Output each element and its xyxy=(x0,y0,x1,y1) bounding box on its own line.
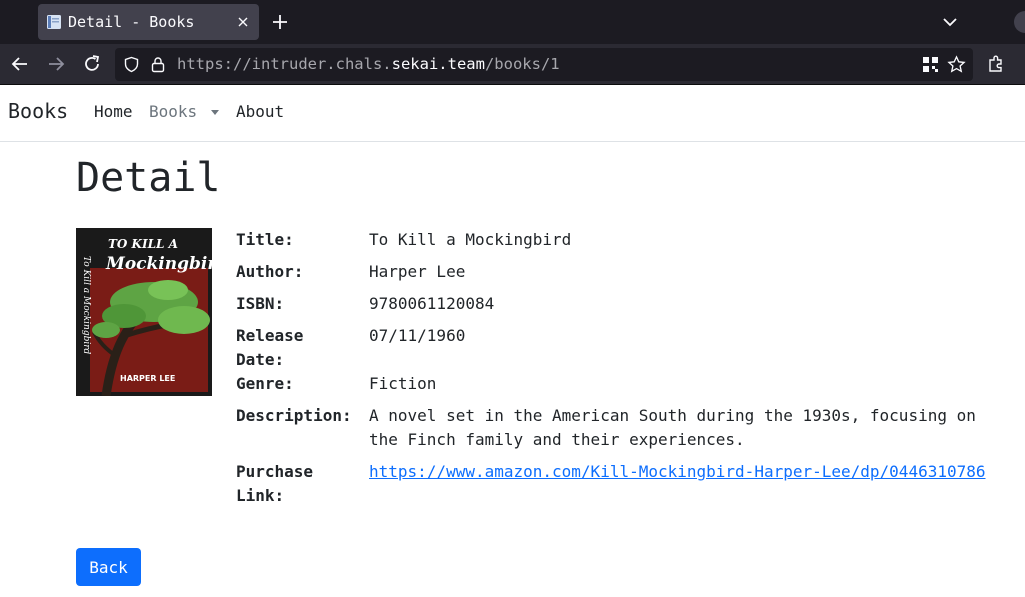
shield-icon[interactable] xyxy=(123,56,140,73)
browser-toolbar: https://intruder.chals.sekai.team/books/… xyxy=(0,44,1025,85)
bookmark-star-icon[interactable] xyxy=(947,55,966,74)
navbar-brand[interactable]: Books xyxy=(8,99,68,123)
url-path: /books/1 xyxy=(484,55,560,73)
field-label-author: Author: xyxy=(236,262,304,281)
browser-tab[interactable]: Detail - Books xyxy=(38,4,259,40)
field-label-release-date: Release Date: xyxy=(236,326,304,369)
caret-down-icon[interactable] xyxy=(211,110,219,115)
tab-title: Detail - Books xyxy=(68,13,195,31)
cover-spine-text: To Kill a Mockingbird xyxy=(81,256,91,355)
field-label-description: Description: xyxy=(236,406,352,425)
nav-link-home[interactable]: Home xyxy=(94,102,133,121)
account-avatar[interactable] xyxy=(1014,11,1025,33)
address-bar[interactable]: https://intruder.chals.sekai.team/books/… xyxy=(115,48,973,81)
cover-title-line1: TO KILL A xyxy=(108,237,178,251)
new-tab-plus-icon[interactable] xyxy=(270,12,290,32)
nav-link-books-dropdown[interactable]: Books xyxy=(149,102,197,121)
url-host: sekai.team xyxy=(391,55,485,73)
page-title: Detail xyxy=(76,155,221,201)
field-value-genre: Fiction xyxy=(369,374,437,393)
field-value-isbn: 9780061120084 xyxy=(369,294,495,313)
cover-author: HARPER LEE xyxy=(120,374,175,383)
field-value-title: To Kill a Mockingbird xyxy=(369,230,572,249)
nav-link-about[interactable]: About xyxy=(236,102,284,121)
url-scheme: https://intruder.chals. xyxy=(177,55,392,73)
extensions-puzzle-icon[interactable] xyxy=(986,54,1006,74)
field-label-isbn: ISBN: xyxy=(236,294,285,313)
forward-arrow-icon[interactable] xyxy=(46,54,66,74)
purchase-link[interactable]: https://www.amazon.com/Kill-Mockingbird-… xyxy=(369,462,986,481)
reload-icon[interactable] xyxy=(82,54,102,74)
field-label-purchase-link: Purchase Link: xyxy=(236,462,314,505)
book-cover-image: TO KILL A Mockingbird To Kill a Mockingb… xyxy=(76,228,212,396)
site-navbar: Books Home Books About xyxy=(0,85,1025,142)
field-label-title: Title: xyxy=(236,230,294,249)
close-icon[interactable] xyxy=(236,15,250,29)
field-value-release-date: 07/11/1960 xyxy=(369,326,466,345)
chevron-down-icon[interactable] xyxy=(941,13,959,31)
cover-title-line2: Mockingbird xyxy=(105,254,212,274)
field-value-description: A novel set in the American South during… xyxy=(369,406,976,449)
back-arrow-icon[interactable] xyxy=(10,54,30,74)
qr-code-icon[interactable] xyxy=(922,56,939,73)
field-label-genre: Genre: xyxy=(236,374,294,393)
browser-tab-bar: Detail - Books xyxy=(0,0,1025,44)
url-text[interactable]: https://intruder.chals.sekai.team/books/… xyxy=(177,55,560,73)
field-value-purchase-link: https://www.amazon.com/Kill-Mockingbird-… xyxy=(369,460,1019,484)
field-value-author: Harper Lee xyxy=(369,262,466,281)
back-button[interactable]: Back xyxy=(76,548,141,586)
lock-icon[interactable] xyxy=(150,56,166,73)
book-favicon-icon xyxy=(47,15,61,29)
